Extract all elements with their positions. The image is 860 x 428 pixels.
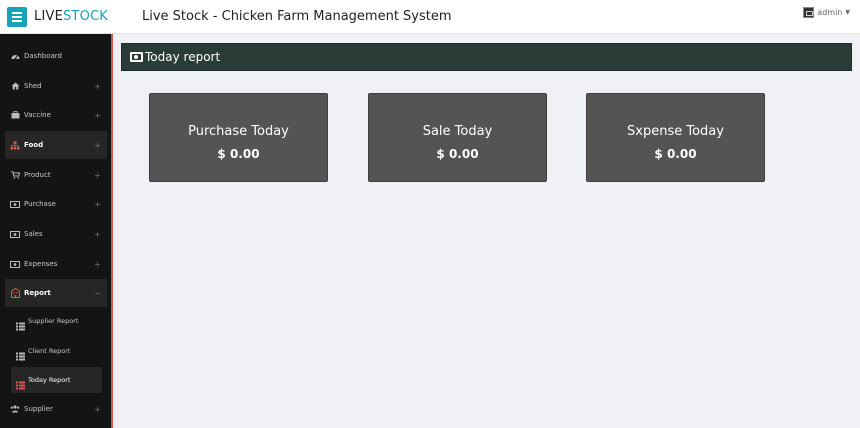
list-icon <box>16 316 25 331</box>
avatar <box>803 7 815 18</box>
sidebar-subitem-label: Client Report <box>28 347 71 355</box>
sidebar-item-label: Report <box>24 289 51 297</box>
logo-text-stock: STOCK <box>62 9 109 24</box>
sidebar-item-report[interactable]: Report − <box>5 279 107 307</box>
expand-icon: + <box>94 81 101 91</box>
list-icon <box>16 346 25 361</box>
cash-icon <box>10 229 20 239</box>
sidebar-item-label: Purchase <box>24 200 56 208</box>
sidebar-subitem-today-report[interactable]: Today Report <box>11 367 102 393</box>
menu-line <box>12 16 22 18</box>
card-value: $ 0.00 <box>436 147 479 161</box>
users-icon <box>10 404 20 414</box>
page-title: Today report <box>145 50 221 64</box>
sidebar-item-label: Shed <box>24 82 42 90</box>
sidebar-item-food[interactable]: Food + <box>5 131 107 159</box>
sidebar-item-label: Sales <box>24 230 43 238</box>
page-header: Today report <box>121 43 852 71</box>
cash-icon <box>10 199 20 209</box>
expand-icon: + <box>94 229 101 239</box>
dashboard-icon <box>10 51 20 61</box>
user-name: admin <box>817 8 843 17</box>
app-title: Live Stock - Chicken Farm Management Sys… <box>142 9 452 24</box>
sidebar-subitem-label: Supplier Report <box>28 317 79 325</box>
collapse-icon: − <box>94 288 101 298</box>
caret-down-icon: ▼ <box>845 9 850 16</box>
sidebar-item-label: Supplier <box>24 405 53 413</box>
user-menu[interactable]: admin ▼ <box>803 7 850 18</box>
cash-icon <box>130 52 143 62</box>
sidebar-item-dashboard[interactable]: Dashboard <box>0 42 111 70</box>
home-icon <box>10 81 20 91</box>
card-label: Sxpense Today <box>627 124 724 139</box>
sitemap-icon <box>10 140 20 150</box>
sidebar-item-supplier[interactable]: Supplier + <box>0 395 111 423</box>
app-logo[interactable]: LIVESTOCK <box>34 9 108 24</box>
sidebar-item-label: Food <box>24 141 44 149</box>
sidebar-item-label: Product <box>24 171 51 179</box>
expand-icon: + <box>94 199 101 209</box>
cash-icon <box>10 259 20 269</box>
card-value: $ 0.00 <box>654 147 697 161</box>
top-bar: LIVESTOCK Live Stock - Chicken Farm Mana… <box>0 0 860 34</box>
list-icon <box>16 375 25 390</box>
expand-icon: + <box>94 404 101 414</box>
logo-text-live: LIVE <box>34 9 63 24</box>
expense-today-card: Sxpense Today $ 0.00 <box>586 93 765 182</box>
expand-icon: + <box>94 140 101 150</box>
sidebar-item-label: Expenses <box>24 260 58 268</box>
expand-icon: + <box>94 110 101 120</box>
sidebar-subitem-supplier-report[interactable]: Supplier Report <box>11 308 102 334</box>
purchase-today-card: Purchase Today $ 0.00 <box>149 93 328 182</box>
sidebar-item-expenses[interactable]: Expenses + <box>0 250 111 278</box>
expand-icon: + <box>94 170 101 180</box>
briefcase-icon <box>10 110 20 120</box>
sidebar-item-label: Vaccine <box>24 111 51 119</box>
menu-line <box>12 12 22 14</box>
sidebar: Dashboard Shed + Vaccine + Food + Produc… <box>0 34 113 428</box>
sale-today-card: Sale Today $ 0.00 <box>368 93 547 182</box>
menu-line <box>12 20 22 22</box>
sidebar-item-sales[interactable]: Sales + <box>0 220 111 248</box>
sidebar-subitem-label: Today Report <box>28 376 71 384</box>
card-label: Sale Today <box>422 124 493 139</box>
cart-icon <box>10 170 20 180</box>
card-label: Purchase Today <box>188 124 289 139</box>
building-icon <box>10 288 20 298</box>
card-value: $ 0.00 <box>217 147 260 161</box>
sidebar-item-label: Dashboard <box>24 52 62 60</box>
hamburger-menu-button[interactable] <box>7 7 27 27</box>
sidebar-item-vaccine[interactable]: Vaccine + <box>0 101 111 129</box>
sidebar-item-purchase[interactable]: Purchase + <box>0 190 111 218</box>
sidebar-item-product[interactable]: Product + <box>0 161 111 189</box>
sidebar-item-shed[interactable]: Shed + <box>0 72 111 100</box>
expand-icon: + <box>94 259 101 269</box>
sidebar-subitem-client-report[interactable]: Client Report <box>11 338 102 364</box>
